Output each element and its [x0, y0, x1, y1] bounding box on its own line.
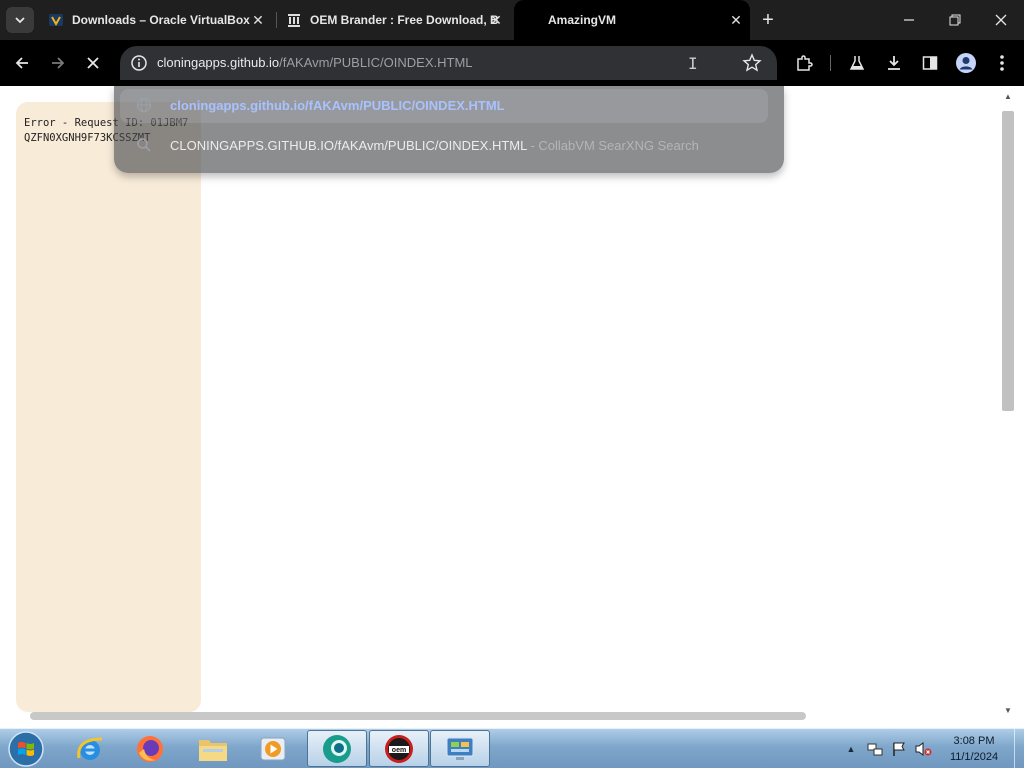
- tab-title: OEM Brander : Free Download, Borrow, and…: [310, 13, 498, 27]
- avatar-icon: [956, 53, 976, 73]
- stop-loading-button[interactable]: [80, 50, 106, 76]
- folder-icon: [199, 739, 227, 761]
- suggestion-text: CLONINGAPPS.GITHUB.IO/fAKAvm/PUBLIC/OIND…: [170, 138, 699, 153]
- kebab-menu-icon: [1000, 55, 1004, 71]
- windows-logo-icon: [8, 731, 44, 767]
- vertical-scroll-thumb[interactable]: [1002, 111, 1014, 411]
- profile-button[interactable]: [953, 50, 979, 76]
- site-info-icon[interactable]: [130, 54, 148, 72]
- download-icon: [888, 56, 900, 70]
- tab-search-button[interactable]: [6, 7, 34, 33]
- arrow-right-icon: [52, 57, 65, 69]
- tab-title: AmazingVM: [548, 13, 617, 27]
- chevron-down-icon: [15, 17, 25, 24]
- action-center-flag-icon[interactable]: [890, 740, 908, 758]
- show-hidden-icons-icon[interactable]: ▲: [842, 740, 860, 758]
- horizontal-scroll-thumb[interactable]: [30, 712, 806, 720]
- suggestion-search[interactable]: CLONINGAPPS.GITHUB.IO/fAKAvm/PUBLIC/OIND…: [114, 128, 784, 162]
- taskbar-chrome-window[interactable]: [307, 730, 367, 767]
- taskbar-internet-explorer[interactable]: [60, 730, 120, 767]
- taskbar-control-panel[interactable]: [430, 730, 490, 767]
- browser-app-icon: [323, 734, 351, 763]
- tab-title: Downloads – Oracle VirtualBox: [72, 13, 250, 27]
- show-desktop-button[interactable]: [1014, 729, 1024, 768]
- restore-button[interactable]: [932, 0, 978, 40]
- chrome-labs-button[interactable]: [844, 50, 870, 76]
- side-panel-button[interactable]: [917, 50, 943, 76]
- tab-virtualbox-downloads[interactable]: Downloads – Oracle VirtualBox ✕: [40, 0, 272, 40]
- scroll-up-icon[interactable]: ▲: [1004, 92, 1012, 101]
- search-icon: [137, 138, 151, 152]
- taskbar-media-player[interactable]: [243, 730, 303, 767]
- taskbar-firefox[interactable]: [120, 730, 180, 767]
- suggestion-engine: - CollabVM SearXNG Search: [526, 137, 699, 153]
- windows-taskbar: oem ▲ 3:08 PM 11/1/2024: [0, 728, 1024, 768]
- taskbar-file-explorer[interactable]: [183, 730, 243, 767]
- text-cursor-icon: I: [688, 54, 698, 73]
- taskbar-oem-brander[interactable]: oem: [369, 730, 429, 767]
- control-panel-icon: [446, 737, 474, 760]
- close-tab-icon[interactable]: ✕: [250, 12, 266, 28]
- system-clock[interactable]: 3:08 PM 11/1/2024: [934, 733, 1014, 765]
- arrow-left-icon: [15, 57, 28, 69]
- web-page-content: Error - Request ID: 01JBM7QZFN0XGNH9F73K…: [0, 86, 1024, 728]
- close-tab-icon[interactable]: ✕: [728, 12, 744, 28]
- close-icon: [995, 14, 1007, 26]
- tab-divider: [276, 12, 277, 28]
- oem-brander-icon: oem: [385, 734, 413, 763]
- error-panel: [16, 102, 201, 712]
- network-icon[interactable]: [866, 740, 884, 758]
- omnibox-suggestions: cloningapps.github.io/fAKAvm/PUBLIC/OIND…: [114, 86, 784, 173]
- restore-icon: [949, 14, 961, 26]
- url-host: cloningapps.github.io: [157, 55, 280, 70]
- downloads-button[interactable]: [881, 50, 907, 76]
- toolbar-divider: [830, 55, 831, 71]
- extensions-button[interactable]: [791, 50, 817, 76]
- bookmark-star-icon[interactable]: [742, 53, 762, 73]
- puzzle-icon: [797, 55, 813, 71]
- new-tab-button[interactable]: +: [756, 8, 780, 32]
- start-button[interactable]: [6, 730, 46, 768]
- tab-oem-brander[interactable]: OEM Brander : Free Download, Borrow, and…: [278, 0, 510, 40]
- minimize-button[interactable]: [886, 0, 932, 40]
- back-button[interactable]: [9, 50, 35, 76]
- url-path: /fAKAvm/PUBLIC/OINDEX.HTML: [279, 55, 473, 70]
- close-window-button[interactable]: [978, 0, 1024, 40]
- side-panel-icon: [922, 56, 938, 70]
- internet-explorer-icon: [77, 737, 103, 760]
- tab-amazingvm-active[interactable]: AmazingVM ✕: [514, 0, 750, 40]
- menu-button[interactable]: [989, 50, 1015, 76]
- browser-toolbar: cloningapps.github.io/fAKAvm/PUBLIC/OIND…: [0, 40, 1024, 86]
- close-tab-icon[interactable]: ✕: [488, 12, 504, 28]
- suggestion-url[interactable]: cloningapps.github.io/fAKAvm/PUBLIC/OIND…: [114, 88, 784, 123]
- forward-button[interactable]: [45, 50, 71, 76]
- firefox-icon: [137, 735, 163, 762]
- globe-icon: [136, 97, 152, 113]
- url-text[interactable]: cloningapps.github.io/fAKAvm/PUBLIC/OIND…: [157, 55, 473, 70]
- clock-date: 11/1/2024: [949, 751, 999, 763]
- flask-icon: [849, 56, 865, 70]
- media-player-icon: [260, 737, 286, 760]
- suggestion-query: CLONINGAPPS.GITHUB.IO/fAKAvm/PUBLIC/OIND…: [170, 137, 527, 153]
- virtualbox-icon: [48, 12, 64, 28]
- tab-strip: Downloads – Oracle VirtualBox ✕ OEM Bran…: [0, 0, 1024, 40]
- volume-muted-icon[interactable]: [914, 740, 932, 758]
- suggestion-text: cloningapps.github.io/fAKAvm/PUBLIC/OIND…: [170, 97, 505, 113]
- minimize-icon: [904, 19, 914, 21]
- address-bar[interactable]: cloningapps.github.io/fAKAvm/PUBLIC/OIND…: [120, 46, 777, 80]
- scroll-down-icon[interactable]: ▼: [1004, 706, 1012, 715]
- archive-org-icon: [286, 12, 302, 28]
- close-icon: [87, 57, 99, 69]
- svg-text:oem: oem: [392, 747, 406, 754]
- clock-time: 3:08 PM: [953, 735, 995, 747]
